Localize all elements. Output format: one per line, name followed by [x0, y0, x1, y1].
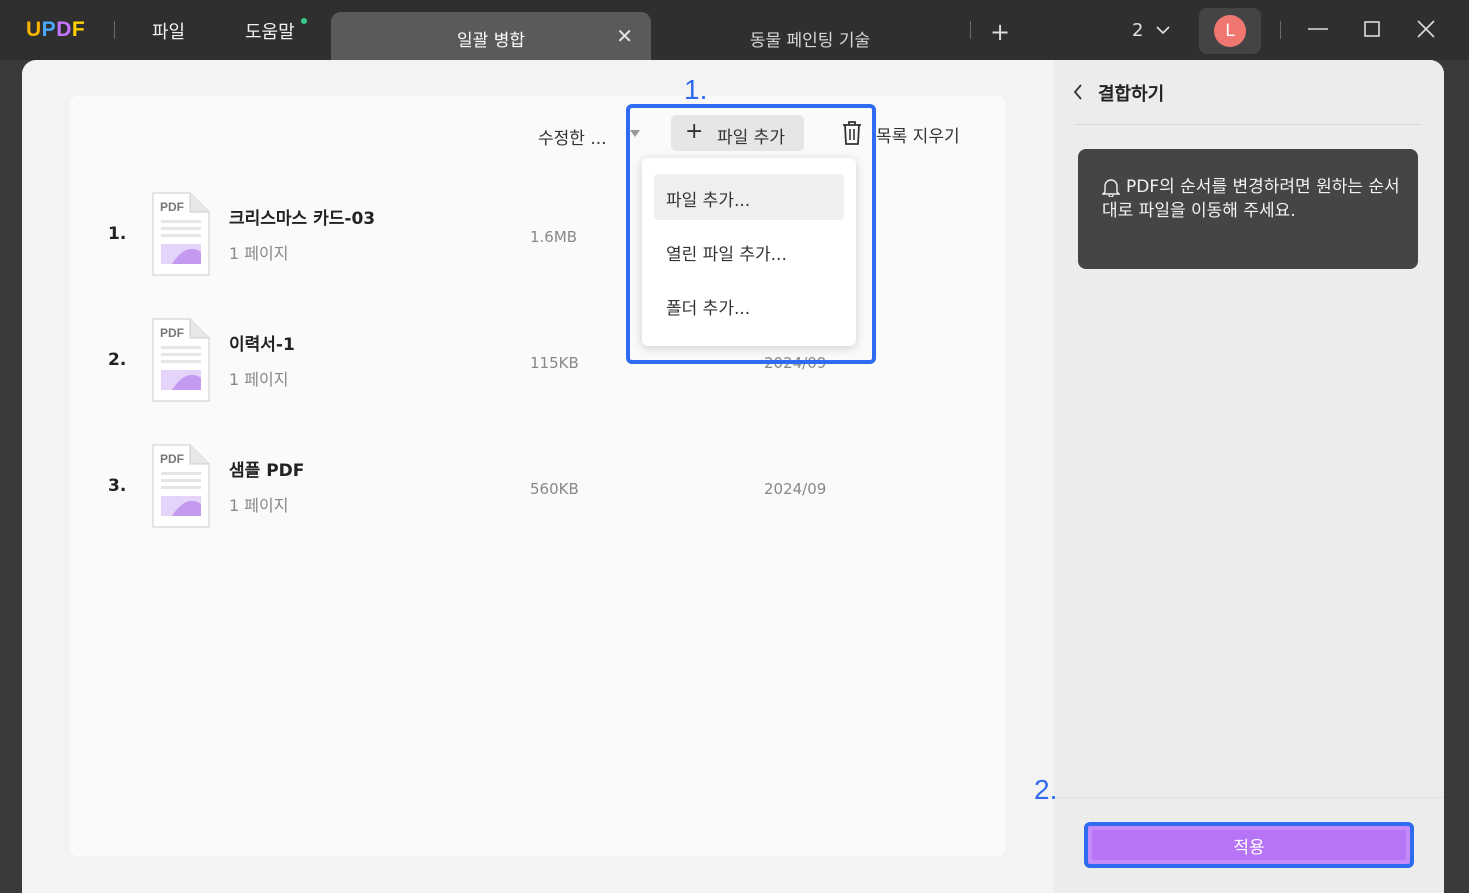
file-name: 샘플 PDF [229, 461, 305, 481]
tab-count-value: 2 [1132, 20, 1144, 41]
tab-label: 일괄 병합 [457, 31, 525, 51]
pdf-thumbnail-icon: PDF [152, 192, 210, 280]
pdf-thumbnail-icon: PDF [152, 318, 210, 406]
file-name: 크리스마스 카드-03 [229, 209, 376, 229]
menu-help[interactable]: 도움말 [245, 18, 295, 44]
tip-text: PDF의 순서를 변경하려면 원하는 순서대로 파일을 이동해 주세요. [1102, 177, 1400, 221]
close-icon [1417, 20, 1435, 38]
minimize-button[interactable] [1303, 14, 1333, 44]
tip-box: PDF의 순서를 변경하려면 원하는 순서대로 파일을 이동해 주세요. [1078, 149, 1418, 269]
file-index: 1. [108, 224, 127, 244]
file-pages: 1 페이지 [229, 244, 289, 263]
main-window: 수정한 ... + 파일 추가 목록 지우기 1. PDF 크리스마스 카드-0… [22, 60, 1444, 893]
file-pages: 1 페이지 [229, 370, 289, 389]
title-separator [114, 21, 115, 39]
back-chevron-icon[interactable] [1072, 82, 1084, 106]
step-1-highlight [626, 104, 876, 364]
close-tab-icon[interactable]: ✕ [616, 24, 633, 48]
file-size: 115KB [530, 354, 579, 372]
menu-file[interactable]: 파일 [152, 18, 185, 44]
maximize-icon [1364, 21, 1380, 37]
tab-count-dropdown[interactable]: 2 [1132, 20, 1171, 41]
file-pages: 1 페이지 [229, 496, 289, 515]
close-window-button[interactable] [1411, 14, 1441, 44]
title-separator [1280, 21, 1281, 39]
file-name: 이력서-1 [229, 335, 295, 355]
logo-letter-f: F [71, 18, 86, 41]
file-row[interactable]: 3. PDF 샘플 PDF 1 페이지 560KB 2024/09 [22, 444, 958, 534]
right-panel: 결합하기 PDF의 순서를 변경하려면 원하는 순서대로 파일을 이동해 주세요… [1034, 60, 1444, 893]
tab-separator [970, 21, 971, 39]
tab-batch-merge[interactable]: 일괄 병합 ✕ [331, 12, 651, 60]
add-tab-icon[interactable]: + [990, 18, 1010, 46]
divider [1076, 124, 1420, 125]
avatar: L [1214, 15, 1246, 47]
logo-letter-p: P [41, 18, 57, 41]
tab-label: 동물 페인팅 기술 [749, 31, 871, 51]
clear-list-button[interactable]: 목록 지우기 [876, 122, 960, 147]
title-bar: UPDF 파일 도움말 일괄 병합 ✕ 동물 페인팅 기술 + 2 L [0, 0, 1469, 60]
account-button[interactable]: L [1199, 8, 1261, 54]
sort-dropdown[interactable]: 수정한 ... [538, 124, 607, 149]
svg-text:PDF: PDF [160, 452, 184, 466]
logo-letter-d: D [56, 18, 72, 41]
logo-letter-u: U [26, 18, 42, 41]
step-1-label: 1. [684, 74, 708, 105]
maximize-button[interactable] [1357, 14, 1387, 44]
svg-text:PDF: PDF [160, 200, 184, 214]
file-size: 1.6MB [530, 228, 578, 246]
apply-button[interactable]: 적용 [1084, 822, 1414, 868]
chevron-down-icon [1156, 26, 1170, 35]
step-2-label: 2. [1034, 774, 1058, 805]
apply-label: 적용 [1233, 838, 1265, 858]
file-date: 2024/09 [764, 480, 827, 498]
file-index: 3. [108, 476, 127, 496]
pdf-thumbnail-icon: PDF [152, 444, 210, 532]
divider [1054, 797, 1444, 798]
tab-animal-painting[interactable]: 동물 페인팅 기술 [660, 12, 960, 60]
updf-logo[interactable]: UPDF [26, 18, 85, 42]
svg-text:PDF: PDF [160, 326, 184, 340]
file-index: 2. [108, 350, 127, 370]
file-size: 560KB [530, 480, 579, 498]
panel-title: 결합하기 [1098, 84, 1165, 105]
minimize-icon [1308, 28, 1328, 30]
help-notification-dot [301, 18, 307, 24]
